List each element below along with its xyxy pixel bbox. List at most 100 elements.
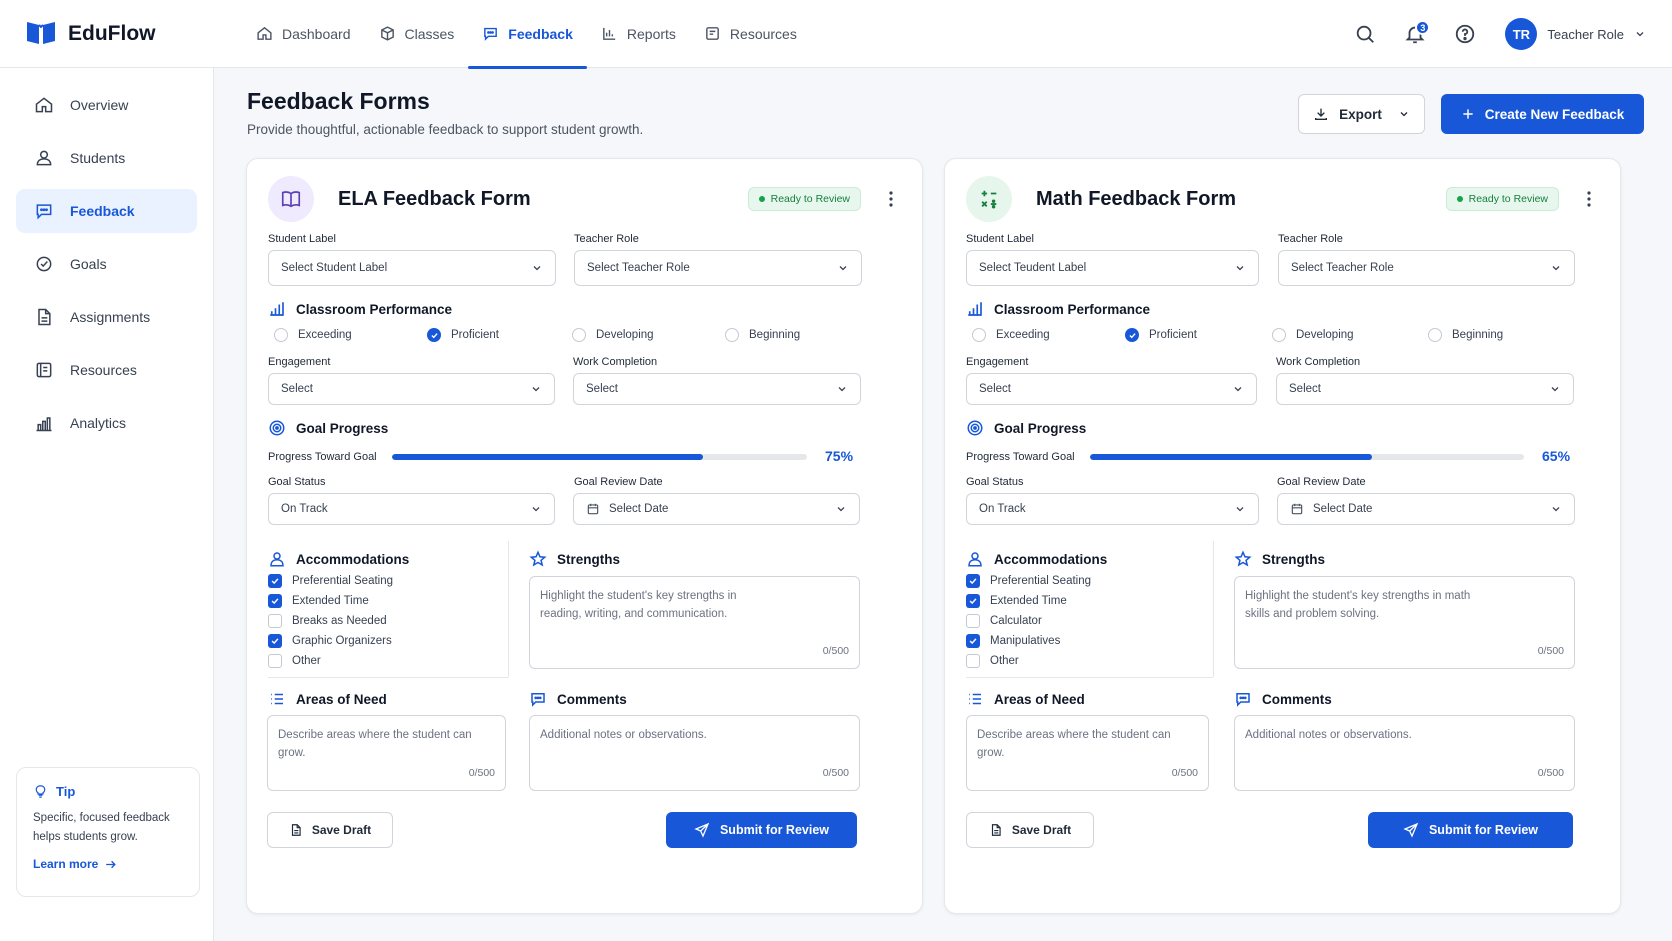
more-options-button[interactable] bbox=[1579, 191, 1599, 207]
work-completion-select[interactable]: Select bbox=[573, 373, 861, 405]
goal-status-select[interactable]: On Track bbox=[268, 493, 555, 525]
learn-more-link[interactable]: Learn more bbox=[33, 857, 183, 871]
teacher-role-select[interactable]: Select Teacher Role bbox=[1278, 250, 1575, 286]
checkbox-graphic-organizers[interactable]: Graphic Organizers bbox=[268, 634, 392, 648]
checkbox-extended-time[interactable]: Extended Time bbox=[966, 594, 1067, 608]
review-date-picker[interactable]: Select Date bbox=[573, 493, 860, 525]
help-button[interactable] bbox=[1449, 18, 1481, 50]
classroom-performance-heading: Classroom Performance bbox=[268, 300, 452, 318]
export-label: Export bbox=[1339, 106, 1382, 122]
checkbox-calculator[interactable]: Calculator bbox=[966, 614, 1042, 628]
review-date-picker[interactable]: Select Date bbox=[1277, 493, 1575, 525]
select-value: Select Teacher Role bbox=[587, 262, 690, 274]
book-icon bbox=[36, 362, 52, 378]
top-bar: EduFlow Dashboard Classes Feedback Repor… bbox=[0, 0, 1672, 69]
nav-dashboard[interactable]: Dashboard bbox=[242, 0, 365, 68]
sidebar-item-label: Goals bbox=[70, 256, 107, 272]
radio-label: Beginning bbox=[1452, 329, 1504, 341]
select-value: Select Teudent Label bbox=[979, 262, 1087, 274]
section-title: Strengths bbox=[557, 551, 621, 567]
create-feedback-button[interactable]: Create New Feedback bbox=[1441, 94, 1644, 134]
checkbox-breaks-as-needed[interactable]: Breaks as Needed bbox=[268, 614, 387, 628]
ela-feedback-card: ELA Feedback Form Ready to Review Studen… bbox=[246, 158, 923, 914]
chevron-down-icon bbox=[1400, 112, 1408, 117]
radio-developing[interactable]: Developing bbox=[1272, 328, 1354, 342]
document-icon bbox=[991, 824, 1001, 836]
calendar-icon bbox=[587, 503, 599, 515]
nav-reports[interactable]: Reports bbox=[587, 0, 690, 68]
math-feedback-card: Math Feedback Form Ready to Review Stude… bbox=[944, 158, 1621, 914]
section-title: Goal Progress bbox=[296, 420, 389, 436]
radio-proficient[interactable]: Proficient bbox=[1125, 328, 1197, 342]
save-draft-button[interactable]: Save Draft bbox=[966, 812, 1094, 848]
list-icon bbox=[271, 693, 283, 705]
chevron-down-icon bbox=[838, 387, 846, 392]
nav-feedback[interactable]: Feedback bbox=[468, 0, 587, 69]
checkbox-preferential-seating[interactable]: Preferential Seating bbox=[268, 574, 393, 588]
textarea-placeholder: Describe areas where the student can gro… bbox=[278, 729, 472, 759]
sidebar-item-label: Feedback bbox=[70, 203, 135, 219]
card-header: ELA Feedback Form Ready to Review bbox=[268, 174, 901, 224]
page-title: Feedback Forms bbox=[247, 88, 430, 114]
strengths-heading: Strengths bbox=[529, 550, 620, 568]
sidebar-item-analytics[interactable]: Analytics bbox=[16, 401, 197, 445]
chevron-down-icon bbox=[1236, 266, 1244, 271]
comments-textarea[interactable]: Additional notes or observations. 0/500 bbox=[529, 715, 860, 791]
top-nav: Dashboard Classes Feedback Reports Resou… bbox=[242, 0, 811, 69]
sidebar-item-label: Analytics bbox=[70, 415, 127, 431]
user-icon bbox=[270, 552, 284, 567]
strengths-textarea[interactable]: Highlight the student's key strengths in… bbox=[1234, 576, 1575, 669]
areas-of-need-textarea[interactable]: Describe areas where the student can gro… bbox=[966, 715, 1209, 791]
textarea-placeholder: Additional notes or observations. bbox=[1245, 729, 1412, 741]
radio-beginning[interactable]: Beginning bbox=[1428, 328, 1503, 342]
submit-for-review-button[interactable]: Submit for Review bbox=[666, 812, 857, 848]
student-label-select[interactable]: Select Teudent Label bbox=[966, 250, 1259, 286]
home-icon bbox=[35, 97, 53, 113]
checkbox-preferential-seating[interactable]: Preferential Seating bbox=[966, 574, 1091, 588]
strengths-textarea[interactable]: Highlight the student's key strengths in… bbox=[529, 576, 860, 669]
review-date-heading: Goal Review Date bbox=[1277, 476, 1366, 488]
engagement-select[interactable]: Select bbox=[268, 373, 555, 405]
areas-of-need-heading: Areas of Need bbox=[966, 690, 1085, 708]
checkbox-manipulatives[interactable]: Manipulatives bbox=[966, 634, 1060, 648]
areas-of-need-textarea[interactable]: Describe areas where the student can gro… bbox=[267, 715, 506, 791]
sidebar-item-overview[interactable]: Overview bbox=[16, 83, 197, 127]
radio-proficient[interactable]: Proficient bbox=[427, 328, 499, 342]
engagement-select[interactable]: Select bbox=[966, 373, 1257, 405]
comments-textarea[interactable]: Additional notes or observations. 0/500 bbox=[1234, 715, 1575, 791]
goal-status-select[interactable]: On Track bbox=[966, 493, 1259, 525]
sidebar-item-students[interactable]: Students bbox=[16, 136, 197, 180]
teacher-role-select[interactable]: Select Teacher Role bbox=[574, 250, 862, 286]
sidebar-item-resources[interactable]: Resources bbox=[16, 348, 197, 392]
save-draft-button[interactable]: Save Draft bbox=[267, 812, 393, 848]
user-menu[interactable]: TR Teacher Role bbox=[1505, 18, 1646, 50]
tip-heading: Tip bbox=[33, 784, 183, 799]
radio-developing[interactable]: Developing bbox=[572, 328, 654, 342]
select-value: Select Teacher Role bbox=[1291, 262, 1394, 274]
brand[interactable]: EduFlow bbox=[0, 19, 232, 48]
radio-label: Beginning bbox=[749, 329, 801, 341]
notifications-button[interactable]: 3 bbox=[1399, 18, 1431, 50]
checkbox-label: Preferential Seating bbox=[292, 575, 394, 587]
sidebar-item-feedback[interactable]: Feedback bbox=[16, 189, 197, 233]
checkbox-extended-time[interactable]: Extended Time bbox=[268, 594, 369, 608]
nav-classes[interactable]: Classes bbox=[365, 0, 469, 68]
submit-for-review-button[interactable]: Submit for Review bbox=[1368, 812, 1573, 848]
character-counter: 0/500 bbox=[1537, 767, 1564, 779]
checkbox-other[interactable]: Other bbox=[268, 654, 321, 668]
sidebar-item-assignments[interactable]: Assignments bbox=[16, 295, 197, 339]
export-button[interactable]: Export bbox=[1298, 94, 1425, 134]
radio-exceeding[interactable]: Exceeding bbox=[274, 328, 352, 342]
select-value: Select bbox=[979, 383, 1011, 395]
radio-circle bbox=[274, 328, 288, 342]
radio-exceeding[interactable]: Exceeding bbox=[972, 328, 1050, 342]
student-label-select[interactable]: Select Student Label bbox=[268, 250, 556, 286]
nav-resources[interactable]: Resources bbox=[690, 0, 811, 68]
work-completion-select[interactable]: Select bbox=[1276, 373, 1574, 405]
divider bbox=[268, 677, 508, 678]
sidebar-item-goals[interactable]: Goals bbox=[16, 242, 197, 286]
checkbox-other[interactable]: Other bbox=[966, 654, 1019, 668]
search-button[interactable] bbox=[1349, 18, 1381, 50]
radio-beginning[interactable]: Beginning bbox=[725, 328, 800, 342]
more-options-button[interactable] bbox=[881, 191, 901, 207]
